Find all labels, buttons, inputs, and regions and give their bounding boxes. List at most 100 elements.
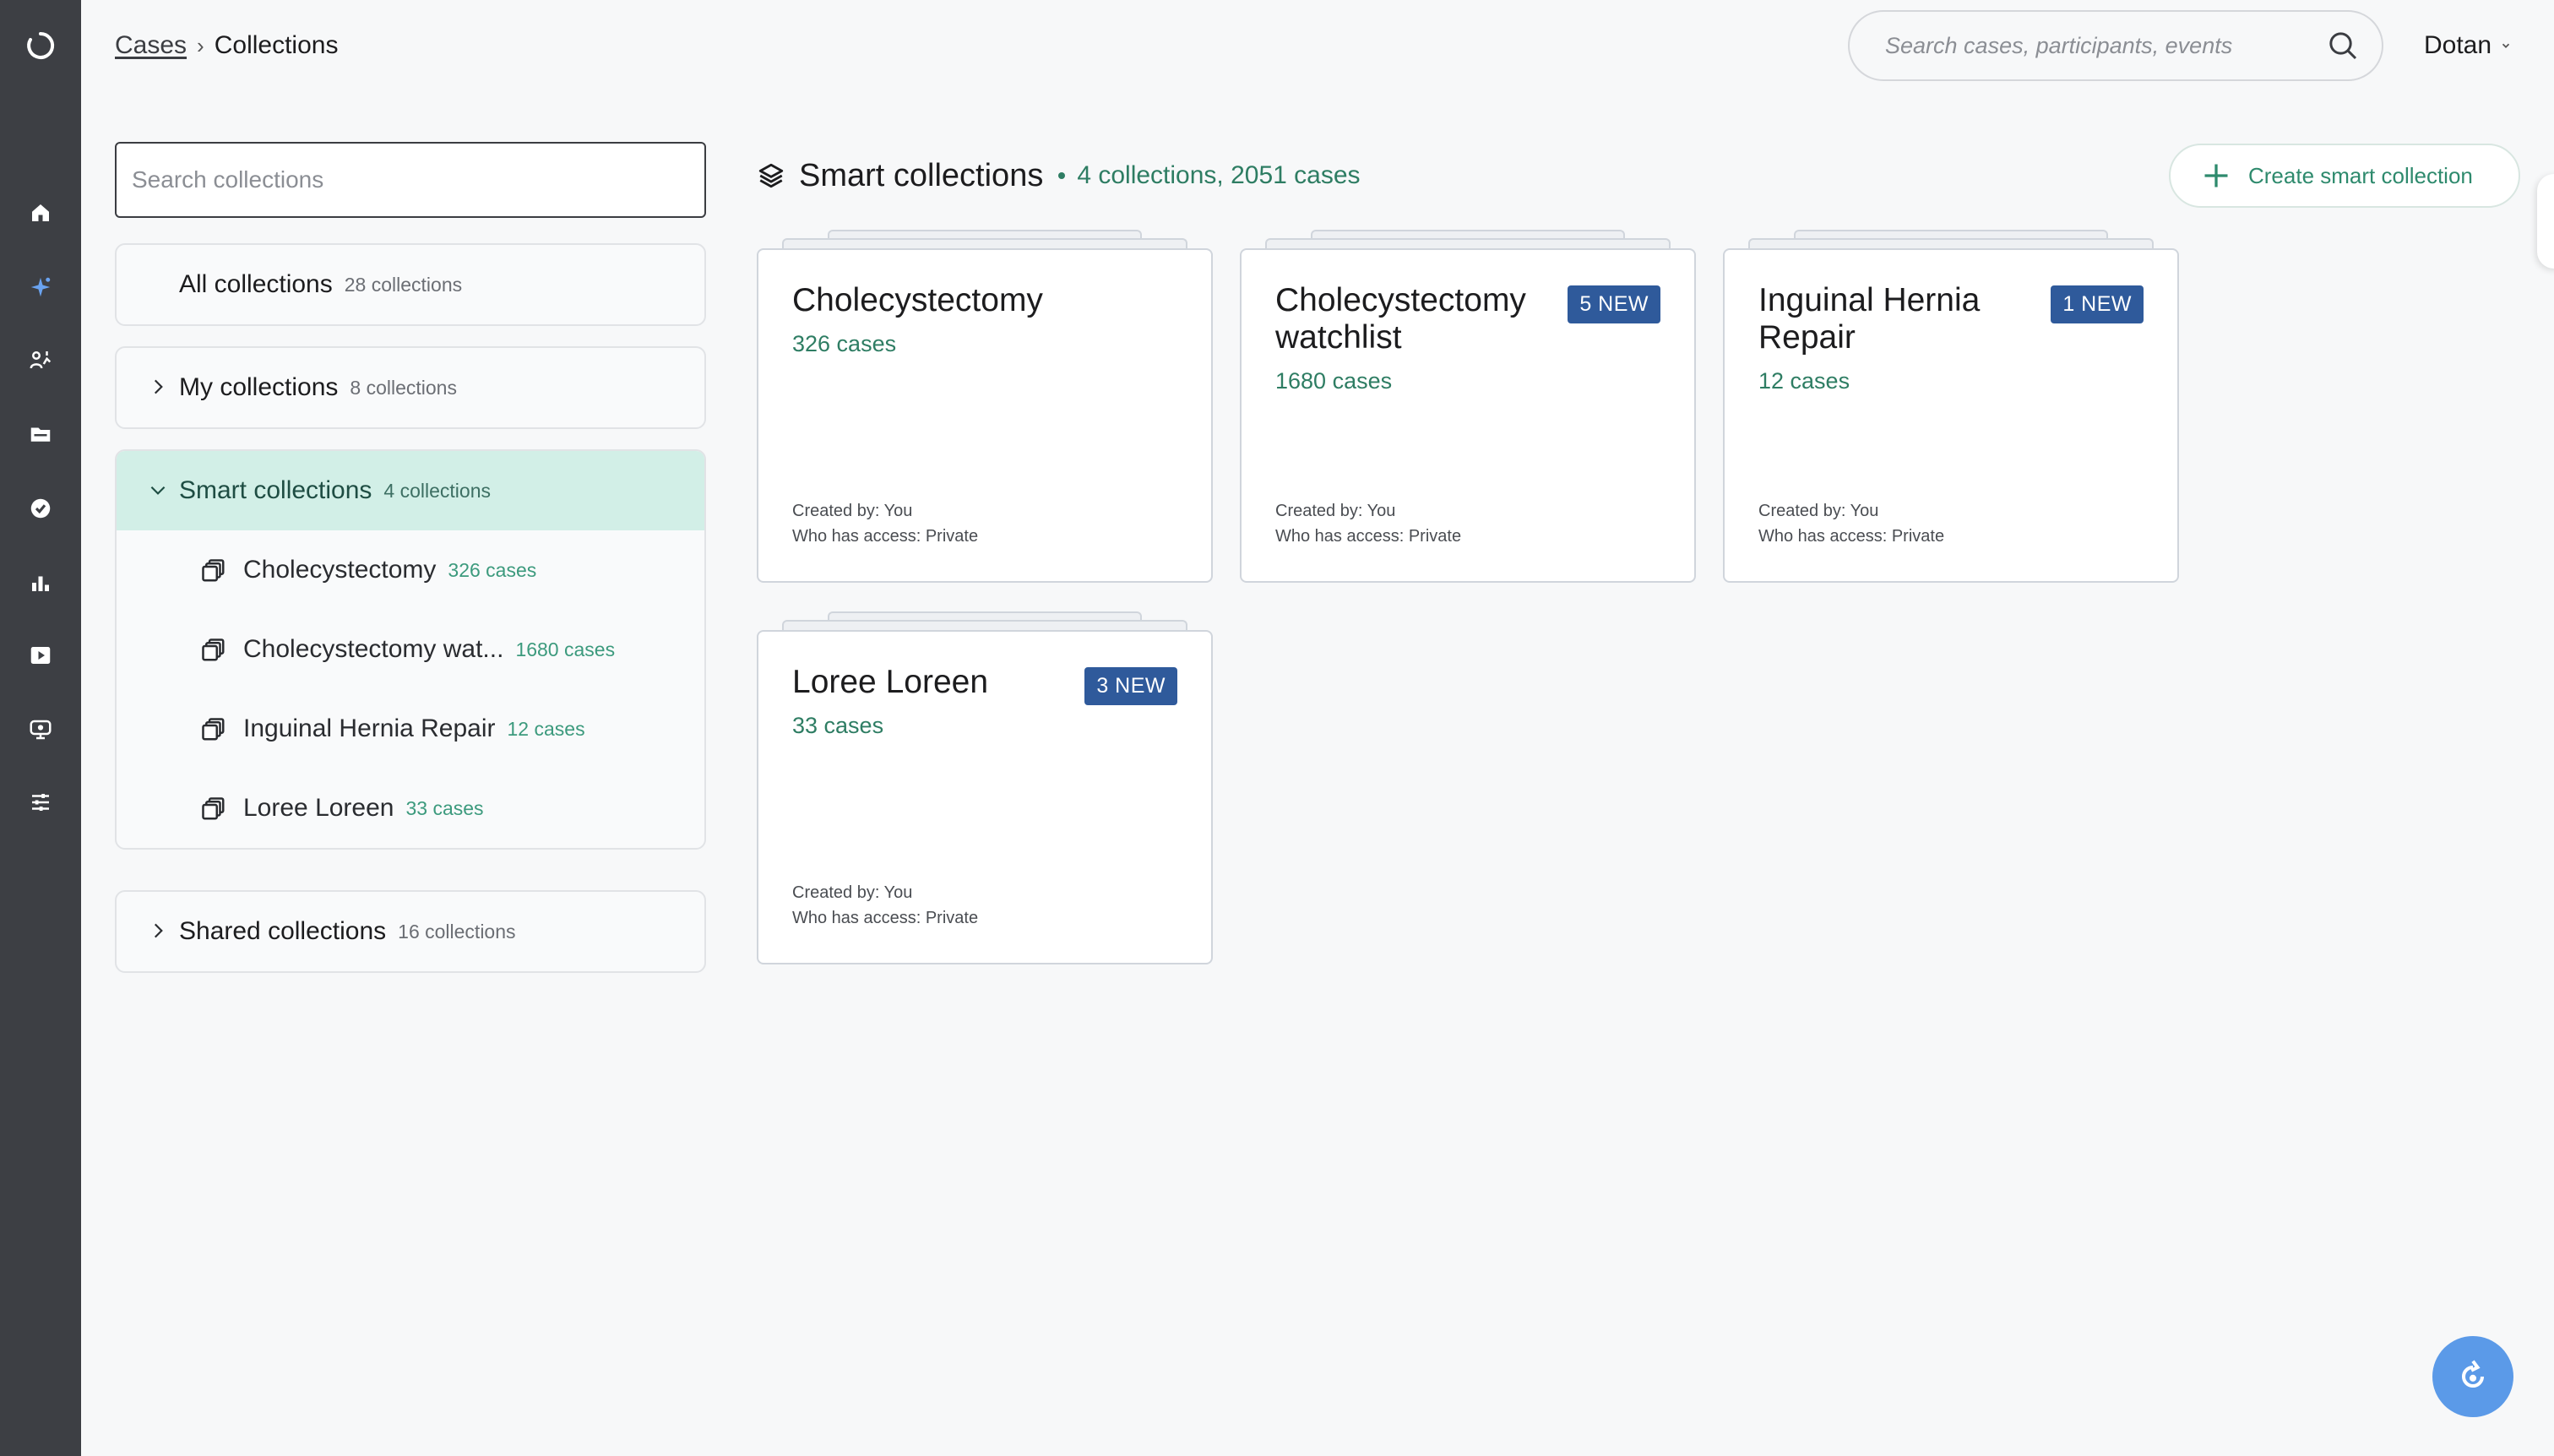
smart-item-name: Cholecystectomy xyxy=(243,556,437,584)
smart-item-inguinal-hernia-repair[interactable]: Inguinal Hernia Repair 12 cases xyxy=(117,689,704,769)
smart-item-count: 1680 cases xyxy=(515,638,616,660)
card-access: Who has access: Private xyxy=(792,909,979,927)
left-rail xyxy=(0,0,81,1456)
group-my-count: 8 collections xyxy=(350,376,457,399)
collection-stack-icon xyxy=(202,797,225,820)
nav-verified[interactable] xyxy=(20,488,61,529)
smart-item-count: 12 cases xyxy=(507,717,585,740)
assistant-fab-button[interactable] xyxy=(2432,1336,2513,1417)
card-created-by: Created by: You xyxy=(1275,502,1396,520)
collection-stack-icon xyxy=(202,638,225,661)
user-menu[interactable]: Dotan xyxy=(2424,25,2512,66)
chevron-right-icon xyxy=(154,379,163,394)
plus-icon xyxy=(2204,164,2228,187)
card-case-count: 33 cases xyxy=(792,713,884,738)
create-smart-collection-button[interactable]: Create smart collection xyxy=(2169,144,2520,208)
card-case-count: 12 cases xyxy=(1758,368,1850,394)
nav-home[interactable] xyxy=(20,193,61,233)
chevron-right-icon xyxy=(154,923,163,938)
card-case-count: 1680 cases xyxy=(1275,368,1393,394)
card-access: Who has access: Private xyxy=(792,527,979,546)
card-meta: Created by: You Who has access: Private xyxy=(792,498,978,549)
new-count-badge: 5 NEW xyxy=(1568,285,1660,323)
group-my-title: My collections xyxy=(179,373,339,401)
collection-card-inguinal-hernia-repair: Inguinal Hernia Repair 12 cases 1 NEW Cr… xyxy=(1723,230,2179,583)
side-panel-handle[interactable] xyxy=(2537,174,2554,269)
collection-card-body[interactable]: Cholecystectomy 326 cases Created by: Yo… xyxy=(757,248,1213,583)
create-smart-collection-label: Create smart collection xyxy=(2248,162,2473,188)
chevron-down-icon xyxy=(2502,43,2510,48)
verified-badge-icon xyxy=(30,498,51,519)
card-access: Who has access: Private xyxy=(1758,527,1945,546)
group-shared-title: Shared collections xyxy=(179,917,387,945)
group-all-header[interactable]: All collections 28 collections xyxy=(117,245,704,324)
smart-item-name: Cholecystectomy wat... xyxy=(243,635,504,663)
group-my-collections[interactable]: My collections 8 collections xyxy=(115,346,706,429)
card-created-by: Created by: You xyxy=(1758,502,1879,520)
sparkle-icon xyxy=(30,277,51,297)
group-shared-collections[interactable]: Shared collections 16 collections xyxy=(115,890,706,973)
card-meta: Created by: You Who has access: Private xyxy=(1275,498,1461,549)
group-smart-count: 4 collections xyxy=(383,479,491,502)
collection-stack-icon xyxy=(202,718,225,741)
group-all-count: 28 collections xyxy=(344,273,463,296)
smart-item-count: 33 cases xyxy=(405,796,484,819)
card-title: Cholecystectomy xyxy=(792,282,1043,318)
breadcrumb-cases-link[interactable]: Cases xyxy=(115,31,187,60)
group-all-collections[interactable]: All collections 28 collections xyxy=(115,243,706,326)
smart-collections-heading: Smart collections 4 collections, 2051 ca… xyxy=(757,152,1361,199)
collection-card-cholecystectomy: Cholecystectomy 326 cases Created by: Yo… xyxy=(757,230,1213,583)
new-count-badge: 3 NEW xyxy=(1084,667,1177,705)
collection-card-body[interactable]: Inguinal Hernia Repair 12 cases 1 NEW Cr… xyxy=(1723,248,2179,583)
nav-analytics[interactable] xyxy=(20,340,61,380)
smart-item-name: Loree Loreen xyxy=(243,794,394,822)
group-smart-header[interactable]: Smart collections 4 collections xyxy=(117,451,704,530)
group-shared-count: 16 collections xyxy=(398,920,516,943)
breadcrumb-current: Collections xyxy=(214,31,339,59)
analytics-icon xyxy=(30,351,52,369)
new-count-badge: 1 NEW xyxy=(2051,285,2144,323)
folder-icon xyxy=(30,427,51,442)
smart-item-count: 326 cases xyxy=(448,558,537,581)
breadcrumb: Cases › Collections xyxy=(115,27,338,64)
collections-search-box xyxy=(115,142,706,218)
group-all-title: All collections xyxy=(179,270,333,298)
collection-card-body[interactable]: Loree Loreen 33 cases 3 NEW Created by: … xyxy=(757,630,1213,964)
card-title: Inguinal Hernia Repair xyxy=(1758,282,1981,356)
refresh-hand-icon xyxy=(2462,1360,2485,1388)
group-shared-header[interactable]: Shared collections 16 collections xyxy=(117,892,704,971)
nav-collections[interactable] xyxy=(20,414,61,454)
monitor-icon xyxy=(30,720,52,740)
card-access: Who has access: Private xyxy=(1275,527,1462,546)
smart-item-name: Inguinal Hernia Repair xyxy=(243,714,496,742)
smart-item-cholecystectomy[interactable]: Cholecystectomy 326 cases xyxy=(117,530,704,610)
group-smart-collections: Smart collections 4 collections Cholecys… xyxy=(115,449,706,850)
user-name: Dotan xyxy=(2424,31,2492,59)
collection-stack-icon xyxy=(202,559,225,582)
card-created-by: Created by: You xyxy=(792,502,913,520)
global-search-box xyxy=(1848,10,2383,81)
breadcrumb-separator: › xyxy=(197,32,204,58)
nav-monitor[interactable] xyxy=(20,709,61,750)
smart-item-loree-loreen[interactable]: Loree Loreen 33 cases xyxy=(117,769,704,848)
separator-dot xyxy=(1058,172,1066,179)
home-icon xyxy=(32,204,49,221)
card-created-by: Created by: You xyxy=(792,883,913,902)
collection-card-loree-loreen: Loree Loreen 33 cases 3 NEW Created by: … xyxy=(757,611,1213,964)
group-my-header[interactable]: My collections 8 collections xyxy=(117,348,704,427)
global-search-input[interactable] xyxy=(1885,32,2326,59)
app-logo-icon[interactable] xyxy=(25,30,56,61)
nav-smart[interactable] xyxy=(20,267,61,307)
play-video-icon xyxy=(30,647,51,664)
card-title: Loree Loreen xyxy=(792,664,989,700)
collections-search-input[interactable] xyxy=(132,166,689,193)
search-icon[interactable] xyxy=(2326,29,2360,62)
collections-summary: 4 collections, 2051 cases xyxy=(1077,161,1361,189)
card-meta: Created by: You Who has access: Private xyxy=(792,880,978,931)
nav-settings[interactable] xyxy=(20,782,61,823)
page-title: Smart collections xyxy=(799,157,1044,193)
smart-item-cholecystectomy-watchlist[interactable]: Cholecystectomy wat... 1680 cases xyxy=(117,610,704,689)
nav-reports[interactable] xyxy=(20,562,61,603)
collection-card-body[interactable]: Cholecystectomy watchlist 1680 cases 5 N… xyxy=(1240,248,1696,583)
nav-videos[interactable] xyxy=(20,635,61,676)
